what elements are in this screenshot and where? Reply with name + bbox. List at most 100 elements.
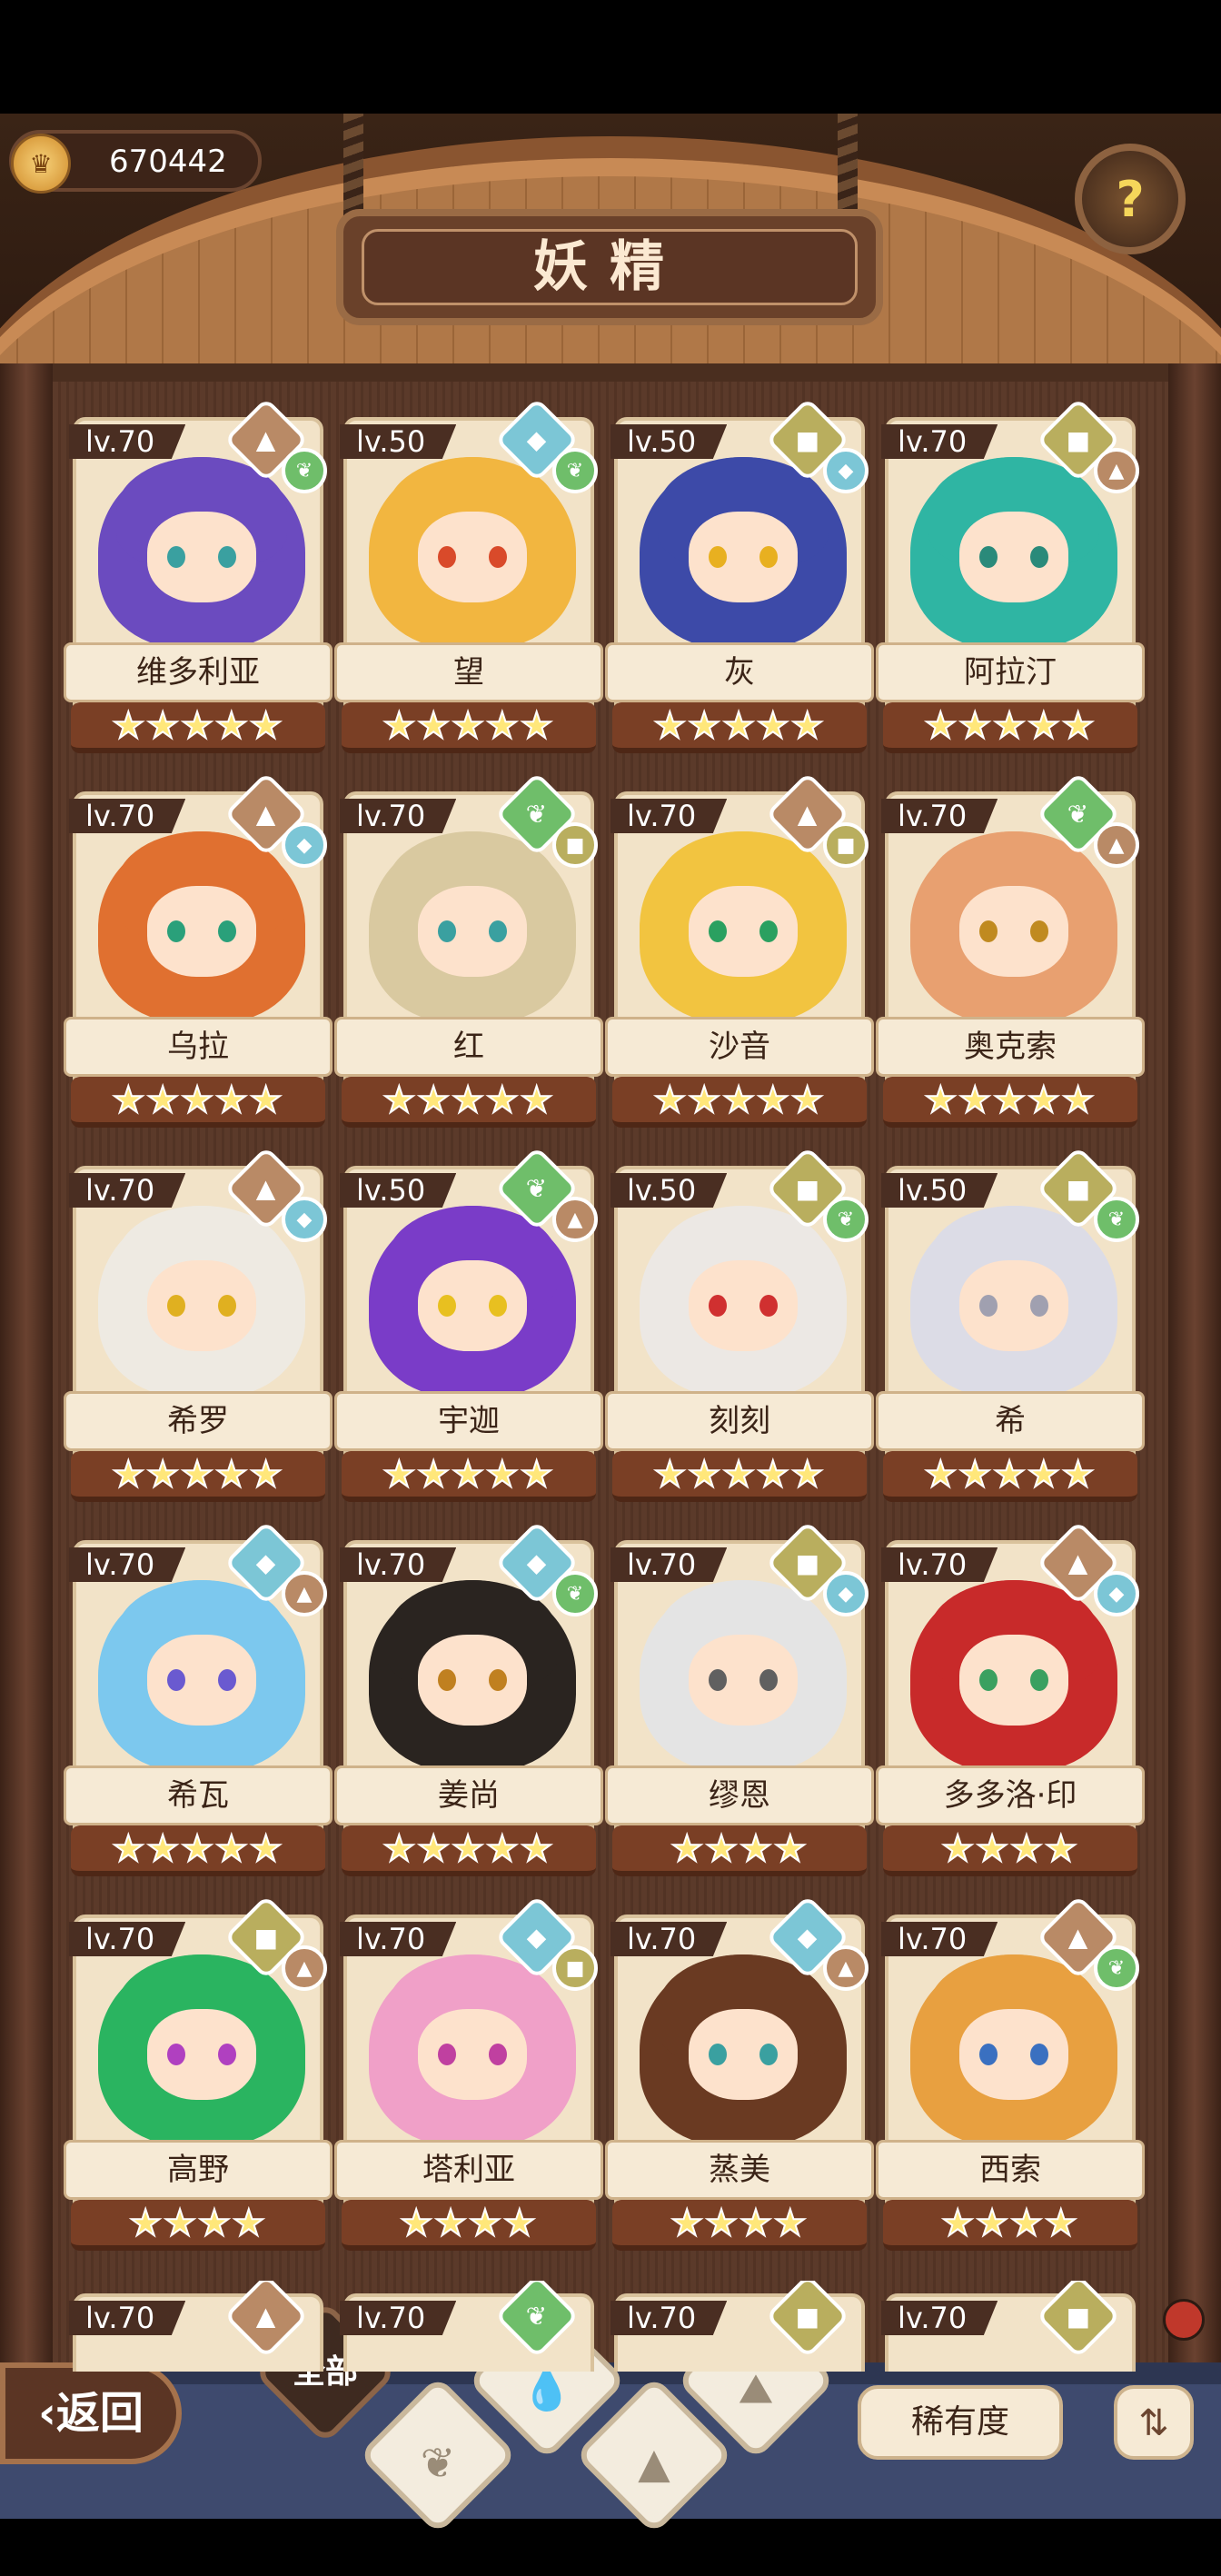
level-badge: lv.70 — [610, 2301, 728, 2335]
sort-order-icon: ⇅ — [1138, 2402, 1169, 2444]
water-element-icon: ◆ — [282, 1197, 327, 1242]
coin-icon: ♛ — [11, 134, 71, 194]
fairy-name: 希瓦 — [167, 1777, 229, 1814]
fairy-eye — [759, 1669, 778, 1691]
fairy-eye — [1030, 2044, 1048, 2065]
fairy-face — [147, 512, 256, 602]
sort-order-button[interactable]: ⇅ — [1114, 2385, 1194, 2460]
fairy-eye — [167, 920, 185, 942]
level-badge: lv.70 — [881, 2301, 998, 2335]
fairy-name: 多多洛·印 — [943, 1777, 1077, 1814]
fairy-face — [689, 2009, 798, 2100]
fairy-eye — [218, 1295, 236, 1317]
level-badge: lv.70 — [340, 1922, 457, 1956]
fairy-card-partial[interactable]: lv.70 ❦ — [334, 2281, 603, 2372]
fairy-face — [689, 1260, 798, 1351]
water-element-icon: ◆ — [282, 822, 327, 868]
fairy-card[interactable]: lv.50 ■ ❦ 刻刻 ★★★★★ — [605, 1146, 874, 1507]
fairy-name: 沙音 — [709, 1029, 770, 1065]
fairy-name: 姜尚 — [438, 1777, 500, 1814]
level-badge: lv.70 — [881, 799, 998, 833]
fairy-eye — [489, 1295, 507, 1317]
fairy-card[interactable]: lv.70 ▲ ◆ 乌拉 ★★★★★ — [64, 771, 333, 1133]
level-badge: lv.70 — [69, 1922, 186, 1956]
fairy-face — [959, 1260, 1068, 1351]
fairy-eye — [759, 2044, 778, 2065]
leaf-element-icon: ❦ — [552, 1571, 598, 1616]
fairy-eye — [709, 546, 727, 568]
fairy-eye — [167, 546, 185, 568]
leaf-element-icon: ❦ — [1094, 1945, 1139, 1991]
fairy-card[interactable]: lv.70 ▲ ◆ 多多洛·印 ★★★★ — [876, 1520, 1145, 1882]
level-badge: lv.50 — [340, 1173, 457, 1208]
star-rating: ★★★★★ — [923, 704, 1097, 748]
fairy-eye — [709, 1669, 727, 1691]
fire-element-icon: ▲ — [282, 1945, 327, 1991]
fairy-card-partial[interactable]: lv.70 ■ — [605, 2281, 874, 2372]
fairy-card[interactable]: lv.50 ❦ ▲ 宇迦 ★★★★★ — [334, 1146, 603, 1507]
fairy-name: 红 — [453, 1029, 484, 1065]
star-rating: ★★★★★ — [923, 1079, 1097, 1122]
status-bar-area — [0, 0, 1221, 114]
fire-element-icon: ▲ — [1094, 822, 1139, 868]
fairy-card-partial[interactable]: lv.70 ■ — [876, 2281, 1145, 2372]
fairy-card-partial[interactable]: lv.70 ▲ — [64, 2281, 333, 2372]
fairy-eye — [218, 1669, 236, 1691]
fairy-eye — [979, 920, 998, 942]
fairy-card[interactable]: lv.70 ◆ ▲ 蒸美 ★★★★ — [605, 1895, 874, 2256]
fairy-card[interactable]: lv.70 ■ ◆ 缪恩 ★★★★ — [605, 1520, 874, 1882]
fairy-eye — [218, 546, 236, 568]
water-element-icon: ◆ — [1094, 1571, 1139, 1616]
fairy-face — [418, 1260, 527, 1351]
level-badge: lv.50 — [610, 1173, 728, 1208]
sort-rarity-label[interactable]: 稀有度 — [858, 2385, 1063, 2460]
fairy-card[interactable]: lv.70 ◆ ■ 塔利亚 ★★★★ — [334, 1895, 603, 2256]
back-button-label[interactable]: ‹返回 — [0, 2362, 182, 2464]
level-badge: lv.70 — [881, 424, 998, 459]
fairy-eye — [1030, 920, 1048, 942]
fairy-card[interactable]: lv.70 ❦ ▲ 奥克索 ★★★★★ — [876, 771, 1145, 1133]
level-badge: lv.50 — [881, 1173, 998, 1208]
fairy-card[interactable]: lv.50 ■ ❦ 希 ★★★★★ — [876, 1146, 1145, 1507]
star-rating: ★★★★ — [128, 2202, 267, 2245]
fairy-card[interactable]: lv.70 ◆ ❦ 姜尚 ★★★★★ — [334, 1520, 603, 1882]
fairy-name: 希罗 — [167, 1403, 229, 1439]
fairy-eye — [709, 1295, 727, 1317]
water-element-icon: ◆ — [823, 1571, 869, 1616]
fairy-name: 刻刻 — [709, 1403, 770, 1439]
fire-element-icon: ▲ — [282, 1571, 327, 1616]
fairy-card[interactable]: lv.50 ■ ◆ 灰 ★★★★★ — [605, 397, 874, 759]
fairy-card[interactable]: lv.70 ▲ ❦ 维多利亚 ★★★★★ — [64, 397, 333, 759]
fairy-name: 灰 — [724, 654, 755, 691]
level-badge: lv.70 — [340, 799, 457, 833]
leaf-element-icon: ❦ — [1094, 1197, 1139, 1242]
fairy-eye — [167, 1295, 185, 1317]
fairy-card[interactable]: lv.70 ■ ▲ 高野 ★★★★ — [64, 1895, 333, 2256]
fairy-eye — [759, 920, 778, 942]
fairy-eye — [438, 1669, 456, 1691]
star-rating: ★★★★★ — [382, 1453, 555, 1497]
star-rating: ★★★★ — [670, 1827, 809, 1871]
fairy-face — [147, 886, 256, 977]
fairy-card[interactable]: lv.70 ▲ ◆ 希罗 ★★★★★ — [64, 1146, 333, 1507]
fairy-card[interactable]: lv.70 ❦ ■ 红 ★★★★★ — [334, 771, 603, 1133]
fairy-card[interactable]: lv.70 ▲ ■ 沙音 ★★★★★ — [605, 771, 874, 1133]
level-badge: lv.50 — [340, 424, 457, 459]
fairy-card[interactable]: lv.50 ◆ ❦ 望 ★★★★★ — [334, 397, 603, 759]
fairy-card[interactable]: lv.70 ■ ▲ 阿拉汀 ★★★★★ — [876, 397, 1145, 759]
level-badge: lv.70 — [69, 2301, 186, 2335]
fairy-card[interactable]: lv.70 ▲ ❦ 西索 ★★★★ — [876, 1895, 1145, 2256]
level-badge: lv.70 — [610, 799, 728, 833]
help-button[interactable]: ? — [1075, 144, 1186, 254]
level-badge: lv.70 — [610, 1547, 728, 1582]
fairy-face — [418, 2009, 527, 2100]
fairy-name: 塔利亚 — [422, 2152, 515, 2188]
star-rating: ★★★★★ — [111, 1453, 284, 1497]
fairy-eye — [979, 2044, 998, 2065]
fairy-face — [689, 886, 798, 977]
fairy-eye — [438, 2044, 456, 2065]
level-badge: lv.70 — [881, 1547, 998, 1582]
fairy-card[interactable]: lv.70 ◆ ▲ 希瓦 ★★★★★ — [64, 1520, 333, 1882]
fairy-eye — [218, 920, 236, 942]
currency-value: 670442 — [109, 144, 227, 180]
